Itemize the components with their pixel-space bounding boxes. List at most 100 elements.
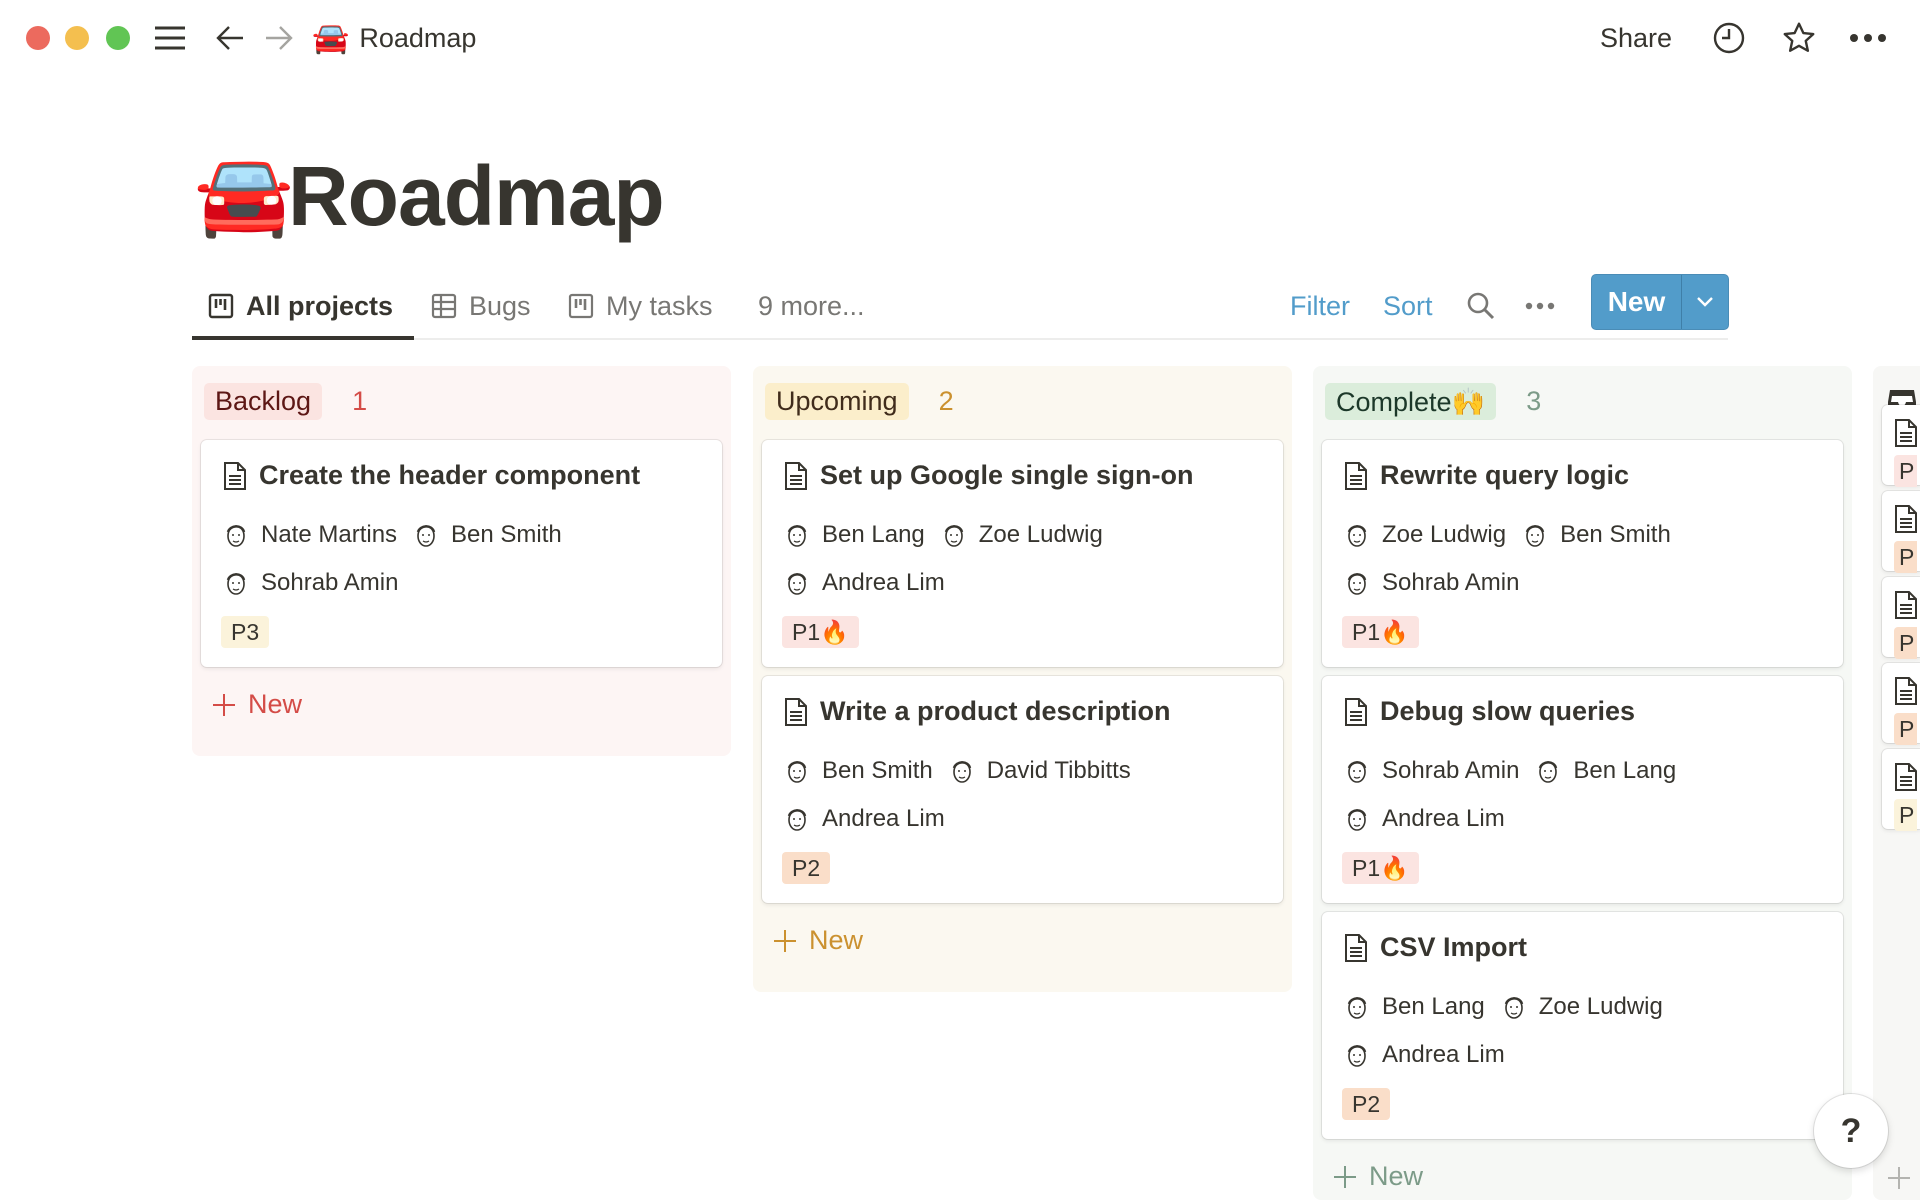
person-chip: Sohrab Amin (1344, 569, 1519, 597)
close-window-button[interactable] (26, 26, 50, 50)
page-icon (1345, 933, 1367, 962)
column-count: 3 (1526, 386, 1542, 416)
avatar-icon (1347, 761, 1367, 783)
add-card-label: New (809, 925, 864, 955)
search-icon (1467, 292, 1495, 320)
assignees-row: Andrea Lim (784, 569, 949, 597)
column-status-pill: Backlog (204, 383, 323, 420)
board-card[interactable]: P (1882, 405, 1920, 487)
page-title: Roadmap (288, 149, 665, 243)
board-column-1: Upcoming 2 Set up Google single sign-on … (753, 366, 1292, 992)
minimize-window-button[interactable] (65, 26, 89, 50)
person-name: Nate Martins (261, 521, 398, 548)
person-name: Sohrab Amin (1382, 569, 1520, 596)
tab-bugs[interactable]: Bugs (431, 286, 531, 326)
add-card-button[interactable]: New (1333, 1161, 1423, 1192)
view-options-button[interactable] (1525, 286, 1555, 326)
page-icon (1345, 461, 1367, 490)
tab-my-tasks[interactable]: My tasks (568, 286, 713, 326)
board-card[interactable]: CSV Import Ben Lang Zoe Ludwig Andrea Lim… (1322, 912, 1843, 1139)
person-chip: Ben Lang (1344, 993, 1485, 1021)
priority-tag: P (1894, 541, 1918, 573)
column-header[interactable]: Upcoming 2 (765, 383, 954, 420)
board-column-2: Complete🙌 3 Rewrite query logic Zoe Ludw… (1313, 366, 1852, 1200)
tab-label: Bugs (469, 290, 531, 321)
favorite-button[interactable] (1780, 18, 1818, 58)
assignees-row: Ben Lang Zoe Ludwig (1344, 993, 1667, 1021)
page-icon (1345, 697, 1367, 726)
more-options-button[interactable] (1848, 18, 1888, 58)
board-card[interactable]: Debug slow queries Sohrab Amin Ben Lang A… (1322, 676, 1843, 903)
avatar-icon (1347, 997, 1367, 1019)
filter-button[interactable]: Filter (1290, 286, 1350, 326)
board-card[interactable]: Create the header component Nate Martins… (201, 440, 722, 667)
person-name: Ben Lang (1573, 757, 1677, 784)
sidebar-menu-button[interactable] (152, 18, 188, 58)
sort-button[interactable]: Sort (1383, 286, 1433, 326)
back-button[interactable] (213, 18, 247, 58)
column-header[interactable]: Backlog 1 (204, 383, 367, 420)
page-icon (1895, 591, 1917, 619)
assignees-row: Sohrab Amin (223, 569, 402, 597)
column-count: 1 (352, 386, 368, 416)
board-card[interactable]: P (1882, 577, 1920, 659)
avatar-icon (1539, 761, 1558, 783)
page-icon (1895, 505, 1917, 533)
person-chip: Ben Smith (413, 521, 562, 549)
add-card-button[interactable]: New (212, 689, 302, 720)
add-card-button[interactable]: New (773, 925, 863, 956)
tab-label: My tasks (606, 290, 713, 321)
avatar-icon (226, 573, 246, 595)
assignees-row: Andrea Lim (1344, 1041, 1509, 1069)
column-header[interactable]: Complete🙌 3 (1325, 383, 1541, 420)
person-chip: Ben Smith (1522, 521, 1671, 549)
priority-tag: P (1894, 627, 1918, 659)
board-column-partial: P P P P P (1873, 366, 1920, 1200)
board-icon (568, 293, 594, 319)
share-button[interactable]: Share (1600, 18, 1672, 58)
priority-tag: P3 (221, 616, 270, 648)
page-icon (1895, 419, 1917, 447)
board-card[interactable]: P (1882, 491, 1920, 573)
board-card[interactable]: Write a product description Ben Smith Dav… (762, 676, 1283, 903)
avatar-icon (787, 809, 807, 831)
column-status-pill: Complete🙌 (1325, 383, 1497, 420)
more-views-button[interactable]: 9 more... (758, 286, 865, 326)
new-template-dropdown[interactable] (1682, 275, 1728, 329)
avatar-icon (1347, 1045, 1367, 1067)
new-page-button[interactable]: New (1592, 275, 1682, 329)
person-name: Ben Smith (822, 757, 933, 784)
forward-button[interactable] (262, 18, 296, 58)
maximize-window-button[interactable] (106, 26, 130, 50)
board-card[interactable]: Set up Google single sign-on Ben Lang Zoe… (762, 440, 1283, 667)
person-chip: Zoe Ludwig (1344, 521, 1506, 549)
assignees-row: Andrea Lim (1344, 805, 1509, 833)
board-card[interactable]: Rewrite query logic Zoe Ludwig Ben Smith … (1322, 440, 1843, 667)
page-emoji-icon: 🚘 (312, 21, 350, 55)
person-chip: Sohrab Amin (1344, 757, 1519, 785)
avatar-icon (787, 761, 807, 783)
assignees-row: Zoe Ludwig Ben Smith (1344, 521, 1675, 549)
star-icon (1783, 22, 1815, 52)
tab-all-projects[interactable]: All projects (208, 286, 393, 326)
plus-icon[interactable] (1887, 1166, 1911, 1190)
person-name: Ben Smith (1560, 521, 1671, 548)
help-button[interactable]: ? (1814, 1094, 1888, 1168)
page-icon (785, 461, 807, 490)
person-name: Zoe Ludwig (978, 521, 1103, 548)
updates-button[interactable] (1710, 18, 1748, 58)
person-name: Andrea Lim (1382, 805, 1505, 832)
board-card[interactable]: P (1882, 663, 1920, 745)
breadcrumb[interactable]: 🚘 Roadmap (312, 18, 476, 58)
board-card[interactable]: P (1882, 749, 1920, 831)
person-chip: Nate Martins (223, 521, 397, 549)
avatar-icon (1525, 525, 1545, 547)
avatar-icon (787, 525, 807, 547)
board-icon (208, 293, 234, 319)
board-column-0: Backlog 1 Create the header component Na… (192, 366, 731, 756)
search-button[interactable] (1466, 286, 1496, 326)
page-icon[interactable]: 🚘 (194, 150, 294, 240)
tabs-divider (192, 338, 1728, 340)
person-name: David Tibbitts (986, 757, 1131, 784)
priority-tag: P1🔥 (1342, 616, 1419, 648)
